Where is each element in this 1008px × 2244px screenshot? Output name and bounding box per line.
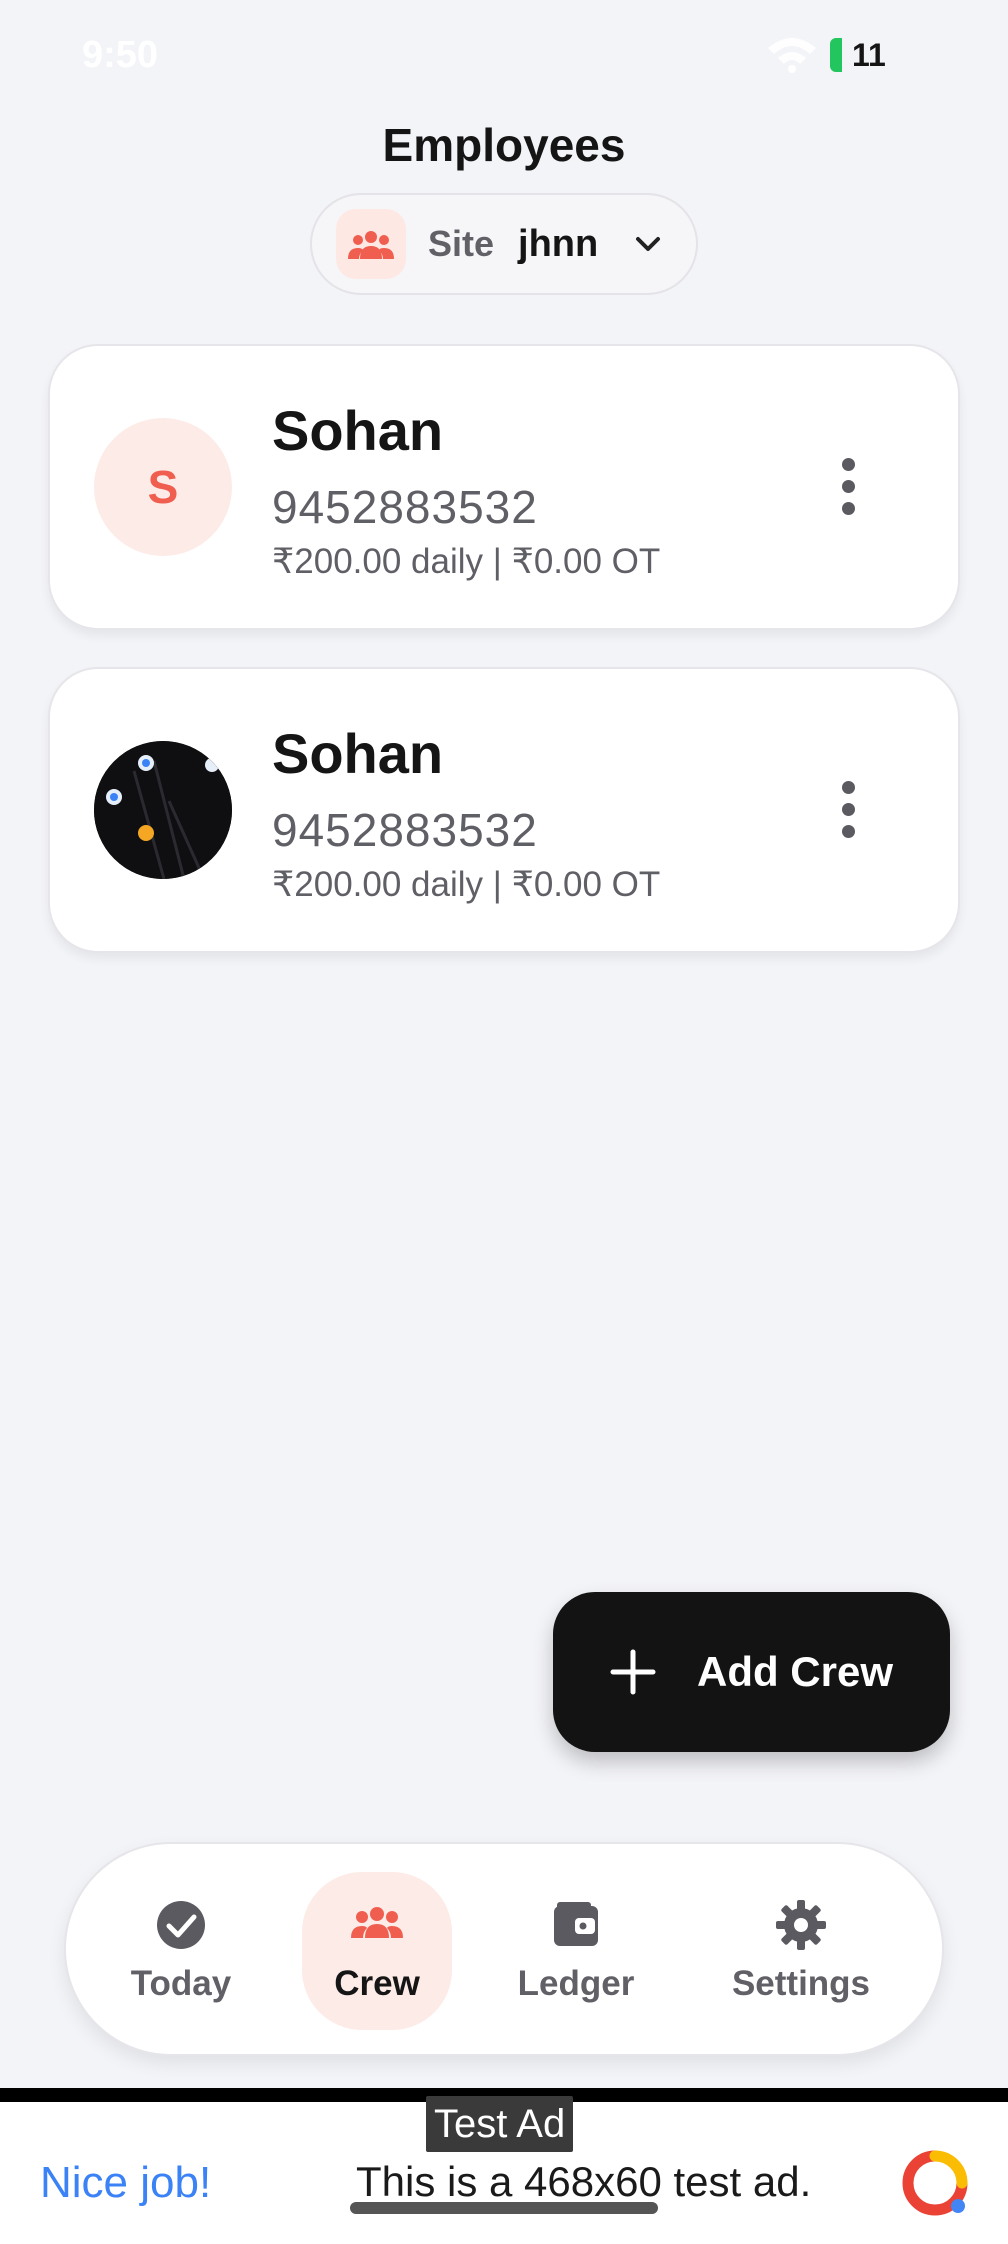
battery-icon: 11 xyxy=(830,32,918,76)
avatar-initial: S xyxy=(147,461,179,513)
add-crew-button[interactable]: Add Crew xyxy=(553,1592,950,1752)
status-time: 9:50 xyxy=(82,34,159,76)
battery-level: 11 xyxy=(852,37,886,73)
site-selector[interactable]: Site jhnn xyxy=(310,193,698,295)
employee-phone: 9452883532 xyxy=(272,804,538,856)
nav-label: Crew xyxy=(334,1964,420,2003)
ad-tag: Test Ad xyxy=(426,2096,574,2152)
plus-icon xyxy=(610,1649,656,1695)
employee-name: Sohan xyxy=(272,722,444,785)
wifi-icon xyxy=(768,38,816,73)
ad-banner[interactable]: Test Ad Nice job! This is a 468x60 test … xyxy=(0,2088,1008,2244)
group-icon xyxy=(336,209,406,279)
more-vert-icon[interactable] xyxy=(838,781,858,841)
employee-card[interactable]: Sohan 9452883532 ₹200.00 daily | ₹0.00 O… xyxy=(48,667,960,953)
chevron-down-icon xyxy=(636,237,661,251)
page-title: Employees xyxy=(382,119,626,171)
employee-wage: ₹200.00 daily | ₹0.00 OT xyxy=(272,542,661,581)
ad-nice-job-link[interactable]: Nice job! xyxy=(40,2158,211,2208)
ad-text: This is a 468x60 test ad. xyxy=(356,2158,812,2205)
avatar: S xyxy=(94,418,232,556)
site-value: jhnn xyxy=(518,222,599,265)
employee-wage: ₹200.00 daily | ₹0.00 OT xyxy=(272,865,661,904)
status-bar: 9:50 11 xyxy=(0,0,1008,115)
nav-label: Today xyxy=(130,1964,232,2003)
nav-item-crew[interactable]: Crew xyxy=(302,1872,452,2030)
site-label: Site xyxy=(428,223,495,264)
home-indicator xyxy=(350,2202,658,2214)
employee-phone: 9452883532 xyxy=(272,481,538,533)
avatar-photo xyxy=(94,741,232,879)
add-crew-label: Add Crew xyxy=(697,1648,894,1695)
status-icons: 11 xyxy=(766,32,918,76)
nav-label: Ledger xyxy=(517,1964,635,2003)
employee-card[interactable]: S Sohan 9452883532 ₹200.00 daily | ₹0.00… xyxy=(48,344,960,630)
nav-item-settings[interactable]: Settings xyxy=(726,1872,876,2030)
wallet-icon xyxy=(554,1902,598,1946)
nav-item-ledger[interactable]: Ledger xyxy=(506,1872,646,2030)
employee-name: Sohan xyxy=(272,399,444,462)
ad-logo-icon xyxy=(902,2150,968,2216)
nav-label: Settings xyxy=(731,1964,871,2003)
nav-item-today[interactable]: Today xyxy=(116,1872,246,2030)
bottom-nav: Today Crew Ledger Settings xyxy=(64,1842,944,2056)
check-circle-icon xyxy=(157,1901,205,1949)
group-icon xyxy=(351,1907,403,1938)
gear-icon xyxy=(776,1900,826,1950)
more-vert-icon[interactable] xyxy=(838,458,858,518)
